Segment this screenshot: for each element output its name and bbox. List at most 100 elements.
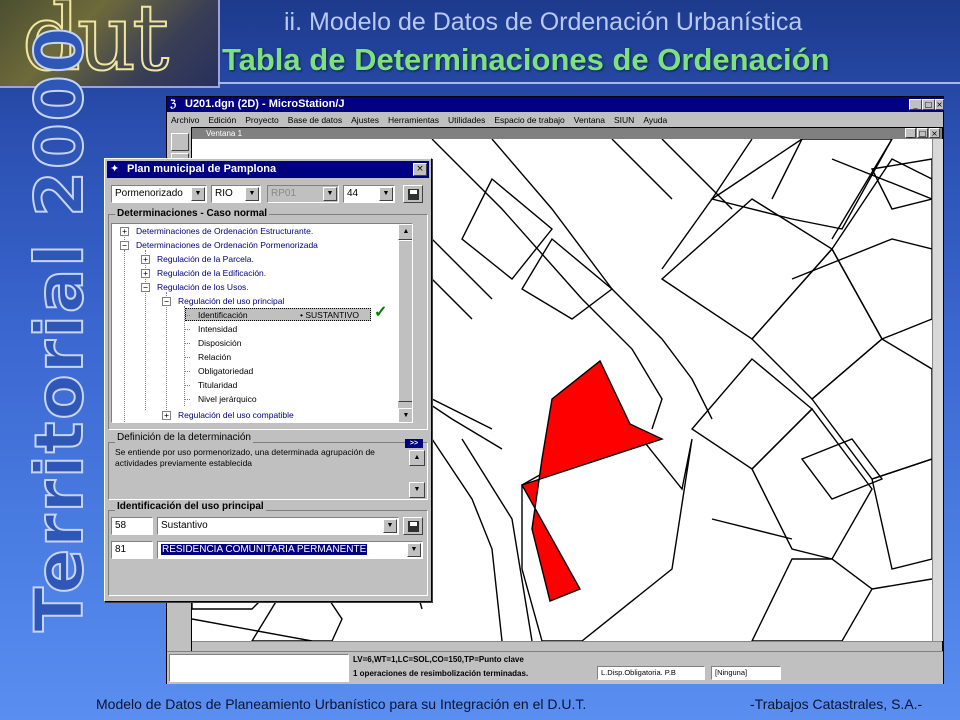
number-value: 44 bbox=[347, 188, 359, 199]
definition-group-label: Definición de la determinación bbox=[115, 432, 253, 443]
menu-ayuda[interactable]: Ayuda bbox=[643, 115, 667, 125]
tree-item-uso-compatible[interactable]: Regulación del uso compatible bbox=[178, 409, 294, 421]
tree-leaf-obligatoriedad[interactable]: Obligatoriedad bbox=[198, 365, 253, 377]
use-type-value: Sustantivo bbox=[161, 520, 208, 531]
menu-ventana[interactable]: Ventana bbox=[574, 115, 605, 125]
tree-item-parcela[interactable]: Regulación de la Parcela. bbox=[157, 253, 254, 265]
microstation-title-bar: U201.dgn (2D) - MicroStation/J bbox=[167, 97, 943, 112]
tree-item-edificacion[interactable]: Regulación de la Edificación. bbox=[157, 267, 266, 279]
tree-leaf-titularidad[interactable]: Titularidad bbox=[198, 379, 237, 391]
tree-leaf-nivel-jerarquico[interactable]: Nivel jerárquico bbox=[198, 393, 257, 405]
menu-proyecto[interactable]: Proyecto bbox=[245, 115, 279, 125]
menu-edicion[interactable]: Edición bbox=[208, 115, 236, 125]
slide-title-line2: Tabla de Determinaciones de Ordenación bbox=[222, 42, 830, 77]
fence-field[interactable]: [Ninguna] bbox=[711, 666, 781, 680]
view-vertical-scrollbar[interactable] bbox=[932, 139, 943, 641]
plan-type-combo[interactable]: Pormenorizado ▼ bbox=[111, 185, 207, 203]
tree-leaf-relacion[interactable]: Relación bbox=[198, 351, 231, 363]
minimize-button[interactable]: _ bbox=[909, 99, 922, 110]
zone-combo[interactable]: RIO ▼ bbox=[211, 185, 261, 203]
plan-type-value: Pormenorizado bbox=[115, 188, 183, 199]
status-line-2: 1 operaciones de resimbolización termina… bbox=[353, 669, 529, 678]
chevron-down-icon[interactable]: ▼ bbox=[383, 519, 397, 533]
view-title-bar: Ventana 1 bbox=[192, 128, 942, 139]
tree-leaf-intensidad[interactable]: Intensidad bbox=[198, 323, 237, 335]
title-rule bbox=[218, 82, 960, 84]
tree-item-pormenorizada[interactable]: Determinaciones de Ordenación Pormenoriz… bbox=[136, 239, 318, 251]
dialog-title-bar: Plan municipal de Pamplona bbox=[107, 161, 429, 178]
identification-group-label: Identificación del uso principal bbox=[115, 501, 266, 512]
view-close-button[interactable]: × bbox=[929, 128, 940, 138]
plan-municipal-dialog: Plan municipal de Pamplona ✦ × Pormenori… bbox=[104, 158, 432, 602]
number-combo[interactable]: 44 ▼ bbox=[343, 185, 395, 203]
menu-herramientas[interactable]: Herramientas bbox=[388, 115, 439, 125]
use-value: RESIDENCIA COMUNITARIA PERMANENTE bbox=[161, 544, 368, 555]
use-code: 81 bbox=[115, 544, 127, 555]
dialog-pin-icon: ✦ bbox=[110, 163, 120, 175]
microstation-app-icon: ℨ bbox=[170, 99, 177, 110]
expand-icon[interactable]: + bbox=[141, 255, 150, 264]
view-title: Ventana 1 bbox=[206, 129, 243, 138]
dialog-title: Plan municipal de Pamplona bbox=[127, 163, 277, 175]
close-button[interactable]: × bbox=[935, 99, 944, 110]
zone-value: RIO bbox=[215, 188, 233, 199]
definition-text: Se entiende por uso pormenorizado, una d… bbox=[115, 447, 375, 468]
slide-title-line1: ii. Modelo de Datos de Ordenación Urbaní… bbox=[284, 8, 803, 36]
collapse-icon[interactable]: − bbox=[120, 241, 129, 250]
save-icon bbox=[408, 521, 419, 532]
use-type-code-field[interactable]: 58 bbox=[111, 517, 153, 535]
dialog-close-button[interactable]: × bbox=[413, 163, 427, 176]
tree-leaf-identificacion[interactable]: Identificación bbox=[198, 309, 248, 321]
expand-icon[interactable]: + bbox=[141, 269, 150, 278]
scroll-down-button[interactable]: ▼ bbox=[409, 482, 425, 498]
scroll-up-button[interactable]: ▲ bbox=[398, 224, 412, 240]
menu-archivo[interactable]: Archivo bbox=[171, 115, 199, 125]
menu-espacio-de-trabajo[interactable]: Espacio de trabajo bbox=[494, 115, 564, 125]
chevron-down-icon[interactable]: ▼ bbox=[379, 187, 393, 201]
code-combo[interactable]: RP01 ▼ bbox=[267, 185, 339, 203]
definition-scrollbar[interactable]: ▲ ▼ bbox=[409, 450, 425, 498]
use-type-combo[interactable]: Sustantivo ▼ bbox=[157, 517, 399, 535]
use-type-code: 58 bbox=[115, 520, 127, 531]
determinations-tree[interactable]: + Determinaciones de Ordenación Estructu… bbox=[111, 223, 413, 423]
menu-base-de-datos[interactable]: Base de datos bbox=[288, 115, 342, 125]
use-code-field[interactable]: 81 bbox=[111, 541, 153, 559]
menu-utilidades[interactable]: Utilidades bbox=[448, 115, 485, 125]
level-field[interactable]: L.Disp.Obligatoria. P.B bbox=[597, 666, 705, 680]
view-bottom-toolbar[interactable] bbox=[192, 641, 942, 651]
scroll-up-button[interactable]: ▲ bbox=[409, 450, 425, 466]
chevron-down-icon[interactable]: ▼ bbox=[191, 187, 205, 201]
save-use-button[interactable] bbox=[403, 517, 423, 535]
collapse-icon[interactable]: − bbox=[162, 297, 171, 306]
footer-right-text: -Trabajos Catastrales, S.A.- bbox=[750, 696, 923, 712]
tree-item-usos[interactable]: Regulación de los Usos. bbox=[157, 281, 249, 293]
expand-icon[interactable]: + bbox=[120, 227, 129, 236]
tree-item-estructurante[interactable]: Determinaciones de Ordenación Estructura… bbox=[136, 225, 313, 237]
key-in-field[interactable] bbox=[169, 654, 349, 682]
collapse-icon[interactable]: − bbox=[141, 283, 150, 292]
expand-icon[interactable]: + bbox=[162, 411, 171, 420]
save-button[interactable] bbox=[403, 185, 423, 203]
tool-button[interactable] bbox=[171, 133, 189, 151]
menu-siun[interactable]: SIUN bbox=[614, 115, 634, 125]
tree-item-uso-principal[interactable]: Regulación del uso principal bbox=[178, 295, 284, 307]
expand-definition-button[interactable]: >> bbox=[405, 439, 423, 448]
status-bar: LV=6,WT=1,LC=SOL,CO=150,TP=Punto clave 1… bbox=[167, 651, 943, 684]
microstation-title: U201.dgn (2D) - MicroStation/J bbox=[185, 98, 345, 110]
scroll-down-button[interactable]: ▼ bbox=[398, 408, 412, 422]
view-minimize-button[interactable]: _ bbox=[905, 128, 916, 138]
chevron-down-icon[interactable]: ▼ bbox=[323, 187, 337, 201]
territorial-2000-text: Territorial 2000 bbox=[20, 24, 99, 633]
maximize-button[interactable]: □ bbox=[922, 99, 935, 110]
status-line-1: LV=6,WT=1,LC=SOL,CO=150,TP=Punto clave bbox=[353, 655, 524, 664]
tree-leaf-disposicion[interactable]: Disposición bbox=[198, 337, 241, 349]
chevron-down-icon[interactable]: ▼ bbox=[407, 543, 421, 557]
scroll-thumb[interactable] bbox=[398, 240, 412, 402]
chevron-down-icon[interactable]: ▼ bbox=[245, 187, 259, 201]
tree-leaf-identificacion-value: • SUSTANTIVO bbox=[300, 310, 360, 320]
menu-ajustes[interactable]: Ajustes bbox=[351, 115, 379, 125]
use-combo[interactable]: RESIDENCIA COMUNITARIA PERMANENTE ▼ bbox=[157, 541, 423, 559]
view-maximize-button[interactable]: □ bbox=[917, 128, 928, 138]
save-icon bbox=[408, 189, 419, 200]
footer-left-text: Modelo de Datos de Planeamiento Urbaníst… bbox=[96, 696, 587, 712]
